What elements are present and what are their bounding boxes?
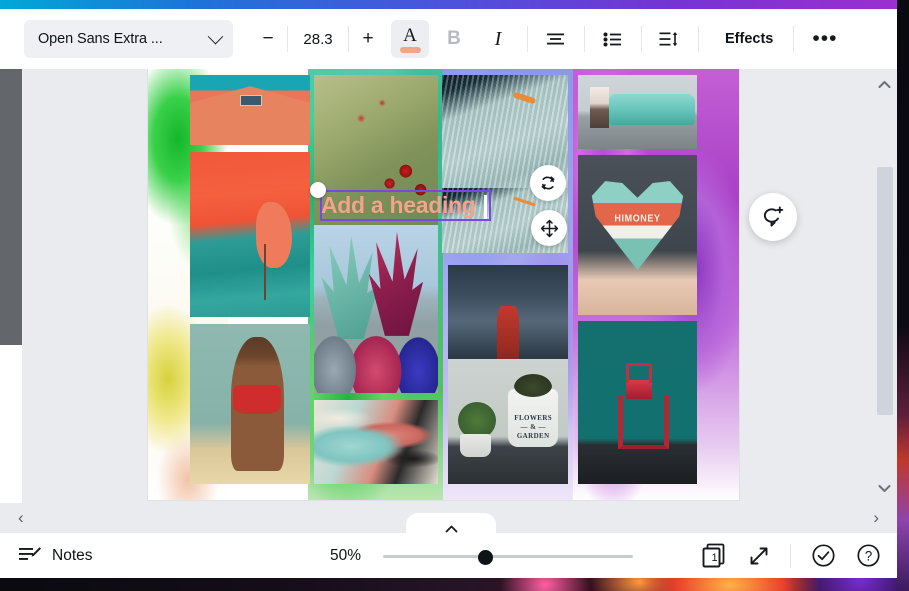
scroll-up-button[interactable]	[871, 73, 897, 95]
person-teal-car-photo[interactable]	[578, 75, 697, 149]
pages-icon: 1	[701, 542, 728, 569]
stool-backrest	[626, 363, 652, 383]
italic-button[interactable]: I	[479, 20, 517, 58]
brand-gradient-bar	[0, 0, 897, 9]
zoom-slider-knob[interactable]	[478, 550, 493, 565]
font-size-decrease-button[interactable]: −	[251, 20, 285, 58]
bottom-bar: Notes 50% 1	[0, 533, 897, 578]
divider	[790, 544, 791, 568]
text-caret	[484, 195, 487, 219]
heart-embroidered-text: HIMONEY	[595, 212, 681, 224]
resize-handle[interactable]	[310, 182, 326, 198]
add-comment-button[interactable]	[749, 193, 797, 241]
scrollbar-thumb[interactable]	[877, 167, 893, 415]
move-button[interactable]	[531, 210, 567, 246]
align-button[interactable]	[536, 20, 574, 58]
zoom-slider[interactable]	[383, 548, 633, 564]
text-color-icon: A	[400, 26, 421, 53]
heart-shape	[590, 177, 685, 270]
add-comment-icon	[761, 205, 785, 229]
pineapple-bodies	[314, 316, 438, 393]
status-check-button[interactable]	[811, 543, 836, 568]
italic-label: I	[495, 28, 502, 51]
bold-label: B	[447, 28, 461, 50]
help-button[interactable]: ?	[856, 543, 881, 568]
move-icon	[540, 219, 559, 238]
zoom-controls: 50%	[330, 547, 633, 565]
divider	[584, 26, 585, 52]
font-size-increase-button[interactable]: +	[351, 20, 385, 58]
editor-area: FLOWERS — & — GARDEN HIMONEY Add a hea	[0, 69, 897, 503]
design-canvas[interactable]: FLOWERS — & — GARDEN HIMONEY	[148, 69, 739, 500]
coral-house-photo[interactable]	[190, 75, 310, 145]
left-panel-lower	[0, 345, 22, 503]
divider	[287, 26, 288, 52]
fullscreen-button[interactable]	[748, 545, 770, 567]
text-toolbar: Open Sans Extra ... − 28.3 + A B I	[0, 9, 897, 69]
fullscreen-icon	[748, 545, 770, 567]
red-stool-photo[interactable]	[578, 321, 697, 484]
svg-text:1: 1	[712, 552, 718, 564]
divider	[527, 26, 528, 52]
divider	[793, 26, 794, 52]
chevron-down-icon	[208, 28, 224, 44]
collapse-panel-button[interactable]	[406, 513, 496, 535]
red-teal-kayaks-photo[interactable]	[190, 152, 310, 317]
notes-button[interactable]: Notes	[18, 545, 93, 567]
align-center-icon	[546, 32, 565, 47]
canva-window: Open Sans Extra ... − 28.3 + A B I	[0, 0, 897, 578]
left-panel-strip[interactable]	[0, 69, 22, 345]
colored-pineapples-photo[interactable]	[314, 225, 438, 393]
more-options-button[interactable]: •••	[812, 34, 837, 44]
line-spacing-icon	[659, 31, 679, 47]
zoom-slider-track	[383, 555, 633, 558]
canvas-scrollbar[interactable]	[871, 69, 897, 503]
notes-label: Notes	[52, 547, 93, 565]
divider	[348, 26, 349, 52]
rotate-button[interactable]	[530, 165, 566, 201]
heading-text: Add a heading	[321, 190, 488, 221]
selected-text-element[interactable]: Add a heading	[320, 190, 491, 221]
flowers-garden-pots-photo[interactable]: FLOWERS — & — GARDEN	[448, 359, 568, 484]
zoom-percent-label[interactable]: 50%	[330, 547, 361, 565]
pages-button[interactable]: 1	[701, 542, 728, 569]
previous-page-button[interactable]: ‹	[14, 508, 28, 528]
divider	[698, 26, 699, 52]
line-spacing-button[interactable]	[650, 20, 688, 58]
check-circle-icon	[811, 543, 836, 568]
font-size-input[interactable]: 28.3	[290, 31, 346, 48]
next-page-button[interactable]: ›	[869, 508, 883, 528]
effects-button[interactable]: Effects	[719, 31, 779, 47]
scroll-down-button[interactable]	[871, 477, 897, 499]
bullet-list-icon	[603, 32, 622, 47]
font-family-value: Open Sans Extra ...	[38, 31, 163, 47]
notes-edit-icon	[18, 545, 42, 567]
font-family-select[interactable]: Open Sans Extra ...	[24, 20, 233, 58]
text-color-button[interactable]: A	[391, 20, 429, 58]
desktop-wallpaper-right-strip	[897, 0, 909, 591]
woman-red-swimsuit-photo[interactable]	[190, 324, 310, 484]
divider	[641, 26, 642, 52]
garden-pot	[460, 434, 491, 457]
marbled-ink-art-photo[interactable]	[314, 400, 438, 484]
garden-caption: FLOWERS — & — GARDEN	[510, 414, 556, 441]
svg-text:?: ?	[865, 548, 873, 563]
text-color-letter: A	[403, 26, 417, 45]
text-color-swatch	[400, 47, 421, 53]
embroidered-heart-photo[interactable]: HIMONEY	[578, 155, 697, 315]
app-root: Open Sans Extra ... − 28.3 + A B I	[0, 0, 909, 591]
bold-button[interactable]: B	[435, 20, 473, 58]
font-size-stepper: − 28.3 +	[251, 20, 385, 58]
bullet-list-button[interactable]	[593, 20, 631, 58]
rotate-icon	[539, 174, 557, 192]
help-circle-icon: ?	[856, 543, 881, 568]
bottom-right-controls: 1	[701, 542, 881, 569]
